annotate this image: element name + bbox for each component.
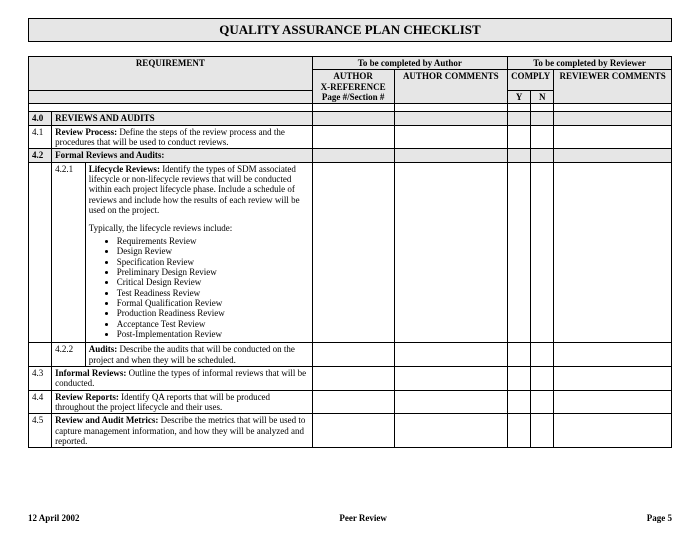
r421-bullets: Requirements Review Design Review Specif… [117,236,309,339]
r421-num: 4.2.1 [52,162,86,343]
row-4-2: 4.2 Formal Reviews and Audits: [29,149,672,162]
row-4-5: 4.5 Review and Audit Metrics: Describe t… [29,414,672,448]
r45-label: Review and Audit Metrics: [55,415,158,425]
r41-text: Review Process: Define the steps of the … [52,125,313,149]
r44-num: 4.4 [29,390,52,414]
list-item: Production Readiness Review [117,308,309,318]
section-4-0: 4.0 REVIEWS AND AUDITS [29,112,672,125]
r44-text: Review Reports: Identify QA reports that… [52,390,313,414]
row-4-2-1: 4.2.1 Lifecycle Reviews: Identify the ty… [29,162,672,343]
blank-row [29,104,672,112]
r422-body: Describe the audits that will be conduct… [89,344,295,364]
hdr-comply: COMPLY [508,70,554,91]
footer-center: Peer Review [339,513,387,523]
r42-label: Formal Reviews and Audits: [52,149,313,162]
page-footer: 12 April 2002 Peer Review Page 5 [28,513,672,523]
sec-num: 4.0 [29,112,52,125]
hdr-ref3: Page #/Section # [322,92,385,102]
row-4-1: 4.1 Review Process: Define the steps of … [29,125,672,149]
hdr-reviewer-comments: REVIEWER COMMENTS [554,70,672,104]
r421-body2: Typically, the lifecycle reviews include… [89,223,232,233]
row-4-3: 4.3 Informal Reviews: Outline the types … [29,366,672,390]
list-item: Specification Review [117,257,309,267]
r42-num: 4.2 [29,149,52,162]
list-item: Formal Qualification Review [117,298,309,308]
header-group-row: REQUIREMENT To be completed by Author To… [29,57,672,70]
list-item: Critical Design Review [117,277,309,287]
r422-num: 4.2.2 [52,343,86,367]
hdr-author-group: To be completed by Author [312,57,507,70]
r421-text: Lifecycle Reviews: Identify the types of… [85,162,312,343]
footer-page: Page 5 [647,513,672,523]
list-item: Preliminary Design Review [117,267,309,277]
r43-text: Informal Reviews: Outline the types of i… [52,366,313,390]
r421-blank [29,162,52,343]
r44-label: Review Reports: [55,392,119,402]
sec-title: REVIEWS AND AUDITS [52,112,313,125]
list-item: Test Readiness Review [117,288,309,298]
r422-text: Audits: Describe the audits that will be… [85,343,312,367]
row-4-2-2: 4.2.2 Audits: Describe the audits that w… [29,343,672,367]
hdr-author-ref: AUTHOR X-REFERENCE Page #/Section # [312,70,394,104]
hdr-ref1: AUTHOR [333,71,373,81]
hdr-req-blank [29,91,313,104]
r422-label: Audits: [89,344,118,354]
footer-date: 12 April 2002 [28,513,80,523]
hdr-reviewer-group: To be completed by Reviewer [508,57,672,70]
hdr-y: Y [508,91,531,104]
r41-label: Review Process: [55,127,117,137]
list-item: Design Review [117,246,309,256]
r43-label: Informal Reviews: [55,368,126,378]
list-item: Acceptance Test Review [117,319,309,329]
r421-label: Lifecycle Reviews: [89,164,160,174]
hdr-requirement: REQUIREMENT [29,57,313,91]
hdr-ref2: X-REFERENCE [321,82,386,92]
row-4-4: 4.4 Review Reports: Identify QA reports … [29,390,672,414]
page-title: QUALITY ASSURANCE PLAN CHECKLIST [28,18,672,42]
hdr-n: N [531,91,554,104]
r43-num: 4.3 [29,366,52,390]
list-item: Post-Implementation Review [117,329,309,339]
r45-text: Review and Audit Metrics: Describe the m… [52,414,313,448]
checklist-table: REQUIREMENT To be completed by Author To… [28,56,672,448]
hdr-author-comments: AUTHOR COMMENTS [394,70,507,104]
r41-num: 4.1 [29,125,52,149]
list-item: Requirements Review [117,236,309,246]
r45-num: 4.5 [29,414,52,448]
